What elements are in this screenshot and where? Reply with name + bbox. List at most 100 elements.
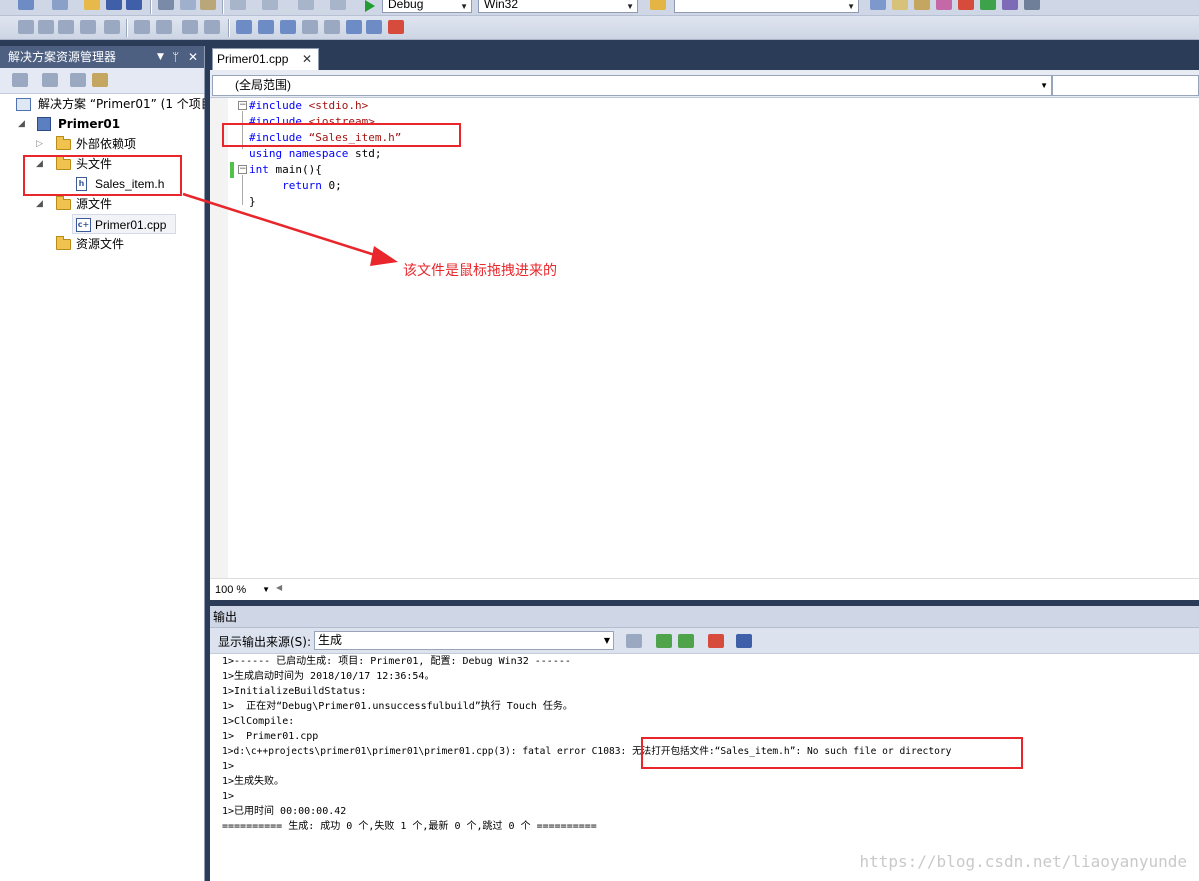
solution-configuration-select[interactable]: Debug ▼ [382, 0, 472, 13]
object-browser-icon[interactable] [936, 0, 952, 10]
solution-explorer-icon[interactable] [892, 0, 908, 10]
save-all-icon[interactable] [126, 0, 142, 10]
output-toolbar: 显示输出来源(S): 生成 ▼ [210, 628, 1199, 654]
chevron-down-icon: ▼ [262, 585, 270, 594]
display-object-members-icon[interactable] [18, 20, 34, 34]
indicator-margin [210, 98, 228, 578]
code-text-area[interactable]: − − #include <stdio.h> #include <iostrea… [210, 98, 1199, 578]
output-line: 1>InitializeBuildStatus: [222, 686, 367, 697]
changed-line-marker [230, 162, 234, 178]
properties-icon[interactable] [12, 73, 28, 87]
folder-icon [56, 136, 71, 150]
previous-bookmark-document-icon[interactable] [346, 20, 362, 34]
output-source-label: 显示输出来源(S): [218, 635, 312, 649]
previous-message-icon[interactable] [656, 634, 672, 648]
complete-word-icon[interactable] [80, 20, 96, 34]
start-debugging-icon[interactable] [365, 0, 375, 12]
clear-all-icon[interactable] [708, 634, 724, 648]
find-message-icon[interactable] [626, 634, 642, 648]
next-bookmark-icon[interactable] [280, 20, 296, 34]
window-position-icon[interactable]: ▼ [157, 46, 164, 68]
close-icon[interactable]: ✕ [302, 49, 312, 69]
team-explorer-icon[interactable] [980, 0, 996, 10]
toolbox-icon[interactable] [958, 0, 974, 10]
project-icon [37, 117, 51, 131]
tab-primer01-cpp[interactable]: Primer01.cpp ✕ [212, 48, 319, 70]
next-bookmark-folder-icon[interactable] [324, 20, 340, 34]
output-line: 1> 正在对“Debug\Primer01.unsuccessfulbuild”… [222, 701, 573, 712]
comment-out-icon[interactable] [156, 20, 172, 34]
annotation-note: 该文件是鼠标拖拽进来的 [403, 263, 557, 279]
zoom-select[interactable]: 100 % ▼ [212, 582, 272, 598]
scope-select[interactable]: (全局范围) ▼ [212, 75, 1052, 96]
auto-hide-pin-icon[interactable]: ᛘ [172, 46, 179, 68]
find-icon[interactable] [870, 0, 886, 10]
previous-bookmark-icon[interactable] [258, 20, 274, 34]
folder-icon [56, 236, 71, 250]
output-title: 输出 [213, 610, 238, 624]
clear-bookmarks-icon[interactable] [388, 20, 404, 34]
add-item-icon[interactable] [52, 0, 68, 10]
source-files-node[interactable]: ◢ 源文件 [36, 194, 176, 214]
extension-manager-icon[interactable] [1024, 0, 1040, 10]
decrease-indent-icon[interactable] [104, 20, 120, 34]
save-icon[interactable] [106, 0, 122, 10]
paste-icon[interactable] [200, 0, 216, 10]
increase-indent-icon[interactable] [134, 20, 150, 34]
copy-icon[interactable] [180, 0, 196, 10]
cut-icon[interactable] [158, 0, 174, 10]
output-source-select[interactable]: 生成 ▼ [314, 631, 614, 650]
cpp-file-icon: c+ [76, 218, 91, 232]
expanded-arrow-icon[interactable]: ◢ [36, 194, 43, 214]
solution-node[interactable]: 解决方案 “Primer01” (1 个项目) [16, 94, 205, 114]
quick-info-icon[interactable] [58, 20, 74, 34]
open-icon[interactable] [84, 0, 100, 10]
output-header: 输出 [210, 606, 1199, 628]
chevron-down-icon: ▼ [460, 2, 468, 11]
project-node[interactable]: ◢ Primer01 [16, 114, 196, 134]
chevron-down-icon: ▼ [626, 2, 634, 11]
properties-icon[interactable] [914, 0, 930, 10]
bookmark-icon[interactable] [204, 20, 220, 34]
navigate-back-icon[interactable] [298, 0, 314, 10]
chevron-down-icon: ▼ [603, 636, 610, 645]
output-line: 1>ClCompile: [222, 716, 295, 727]
editor-status-row: 100 % ▼ ◀ [210, 578, 1199, 600]
file-primer01-cpp[interactable]: c+ Primer01.cpp [72, 214, 176, 234]
external-dependencies-node[interactable]: ▷ 外部依赖项 [36, 134, 196, 154]
collapse-toggle-icon[interactable]: − [238, 101, 247, 110]
member-select[interactable] [1052, 75, 1199, 96]
uncomment-icon[interactable] [182, 20, 198, 34]
next-bookmark-document-icon[interactable] [366, 20, 382, 34]
scroll-left-icon[interactable]: ◀ [276, 583, 282, 592]
collapse-toggle-icon[interactable]: − [238, 165, 247, 174]
refresh-icon[interactable] [70, 73, 86, 87]
toggle-bookmark-icon[interactable] [236, 20, 252, 34]
show-all-files-icon[interactable] [42, 73, 58, 87]
output-line: 1>生成启动时间为 2018/10/17 12:36:54。 [222, 671, 435, 682]
navigate-forward-icon[interactable] [330, 0, 346, 10]
toggle-word-wrap-icon[interactable] [736, 634, 752, 648]
chevron-down-icon: ▼ [847, 2, 855, 11]
display-parameter-info-icon[interactable] [38, 20, 54, 34]
redo-icon[interactable] [262, 0, 278, 10]
solution-platform-select[interactable]: Win32 ▼ [478, 0, 638, 13]
code-line: return 0; [282, 179, 342, 192]
highlight-box-include-line [222, 123, 461, 147]
next-message-icon[interactable] [678, 634, 694, 648]
new-project-icon[interactable] [18, 0, 34, 10]
find-input[interactable]: ▼ [674, 0, 859, 13]
solution-explorer-toolbar [0, 68, 204, 94]
solution-explorer-title: 解决方案资源管理器 [8, 50, 117, 64]
close-icon[interactable]: ✕ [188, 46, 198, 68]
document-tabs: Primer01.cpp ✕ [210, 46, 1199, 70]
start-page-icon[interactable] [1002, 0, 1018, 10]
resource-files-node[interactable]: 资源文件 [56, 234, 176, 254]
output-line: 1>生成失败。 [222, 776, 285, 787]
undo-icon[interactable] [230, 0, 246, 10]
previous-bookmark-folder-icon[interactable] [302, 20, 318, 34]
find-in-files-icon[interactable] [650, 0, 666, 10]
class-view-icon[interactable] [92, 73, 108, 87]
expanded-arrow-icon[interactable]: ◢ [18, 114, 25, 134]
collapsed-arrow-icon[interactable]: ▷ [36, 134, 43, 154]
